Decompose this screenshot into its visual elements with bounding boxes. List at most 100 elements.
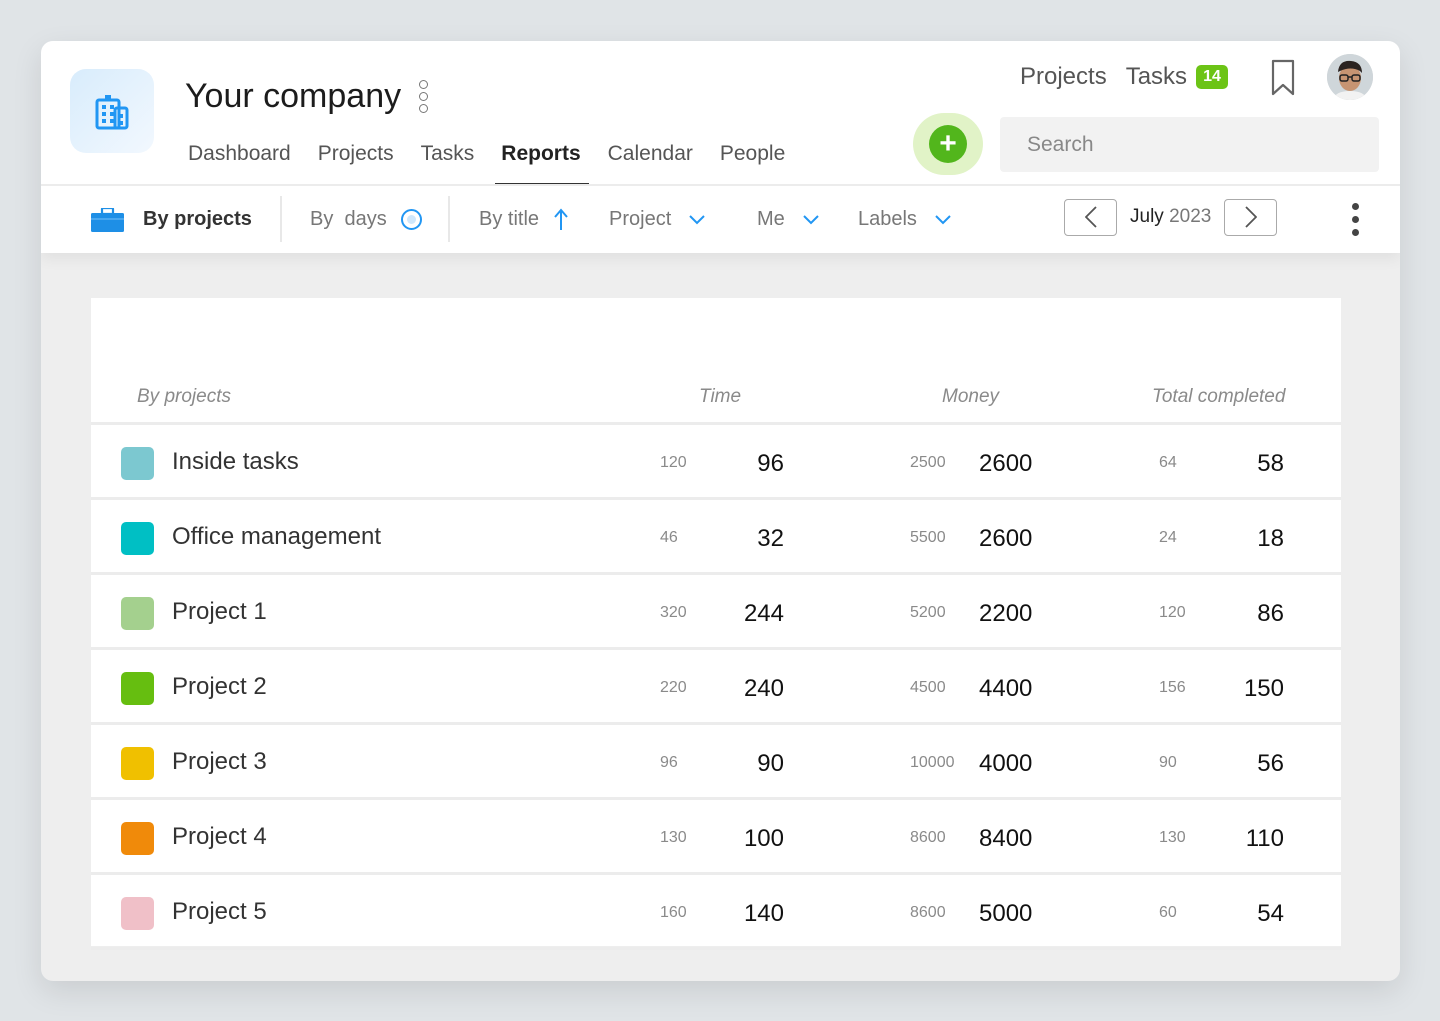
top-link-tasks[interactable]: Tasks bbox=[1126, 63, 1187, 91]
time-planned: 320 bbox=[660, 604, 687, 621]
by-days-toggle[interactable]: By days bbox=[310, 186, 422, 253]
total-planned: 90 bbox=[1159, 754, 1177, 771]
money-planned: 5500 bbox=[910, 529, 946, 546]
user-avatar[interactable] bbox=[1327, 54, 1373, 100]
money-actual: 4000 bbox=[979, 750, 1033, 777]
money-actual: 4400 bbox=[979, 675, 1033, 702]
search-input[interactable] bbox=[1000, 117, 1379, 172]
project-filter-label: Project bbox=[609, 208, 672, 230]
header-time: Time bbox=[699, 386, 742, 407]
company-name: Your company bbox=[185, 77, 402, 115]
header-money: Money bbox=[942, 386, 1000, 407]
time-actual: 244 bbox=[743, 600, 784, 627]
by-days-label: By days bbox=[310, 208, 387, 230]
project-name: Project 5 bbox=[172, 898, 267, 925]
time-actual: 32 bbox=[757, 525, 784, 552]
chevron-down-icon bbox=[935, 214, 951, 224]
project-color-swatch bbox=[121, 522, 154, 555]
table-row[interactable]: Project 2 220 240 4500 4400 156 150 bbox=[91, 650, 1341, 725]
total-completed: 150 bbox=[1243, 675, 1284, 702]
nav-projects[interactable]: Projects bbox=[318, 137, 394, 185]
table-row[interactable]: Project 5 160 140 8600 5000 60 54 bbox=[91, 875, 1341, 950]
chevron-right-icon bbox=[1245, 206, 1257, 228]
company-logo[interactable] bbox=[70, 69, 154, 153]
table-row[interactable]: Office management 46 32 5500 2600 24 18 bbox=[91, 500, 1341, 575]
current-month: July 2023 bbox=[1130, 206, 1211, 228]
money-planned: 8600 bbox=[910, 904, 946, 921]
project-name: Project 2 bbox=[172, 673, 267, 700]
time-actual: 240 bbox=[743, 675, 784, 702]
top-links: Projects Tasks 14 bbox=[1020, 63, 1228, 91]
total-completed: 18 bbox=[1257, 525, 1284, 552]
app-window: Your company Dashboard Projects Tasks Re… bbox=[41, 41, 1400, 981]
toolbar-divider bbox=[448, 196, 450, 242]
nav-people[interactable]: People bbox=[720, 137, 785, 185]
assignee-filter-dropdown[interactable]: Me bbox=[757, 186, 819, 253]
time-planned: 96 bbox=[660, 754, 678, 771]
project-color-swatch bbox=[121, 897, 154, 930]
chevron-down-icon bbox=[689, 214, 705, 224]
table-row[interactable]: Inside tasks 120 96 2500 2600 64 58 bbox=[91, 425, 1341, 500]
by-projects-label: By projects bbox=[143, 208, 252, 230]
header-total-completed: Total completed bbox=[1152, 386, 1286, 407]
table-row[interactable]: Project 3 96 90 10000 4000 90 56 bbox=[91, 725, 1341, 800]
add-button[interactable]: + bbox=[929, 125, 967, 163]
time-actual: 140 bbox=[743, 900, 784, 927]
arrow-up-icon bbox=[554, 207, 568, 230]
project-name: Project 3 bbox=[172, 748, 267, 775]
prev-month-button[interactable] bbox=[1064, 198, 1117, 236]
sort-by-title[interactable]: By title bbox=[479, 186, 569, 253]
time-actual: 90 bbox=[757, 750, 784, 777]
money-planned: 8600 bbox=[910, 829, 946, 846]
top-link-projects[interactable]: Projects bbox=[1020, 63, 1107, 91]
kebab-icon[interactable] bbox=[1352, 203, 1359, 236]
total-planned: 130 bbox=[1159, 829, 1186, 846]
next-month-button[interactable] bbox=[1224, 198, 1278, 236]
labels-filter-dropdown[interactable]: Labels bbox=[858, 186, 951, 253]
month-navigator: July 2023 bbox=[1064, 198, 1278, 236]
month-year: 2023 bbox=[1169, 206, 1212, 227]
time-planned: 120 bbox=[660, 454, 687, 471]
money-planned: 5200 bbox=[910, 604, 946, 621]
nav-dashboard[interactable]: Dashboard bbox=[188, 137, 291, 185]
money-actual: 5000 bbox=[979, 900, 1033, 927]
total-planned: 120 bbox=[1159, 604, 1186, 621]
project-filter-dropdown[interactable]: Project bbox=[609, 186, 705, 253]
total-completed: 54 bbox=[1257, 900, 1284, 927]
time-planned: 130 bbox=[660, 829, 687, 846]
time-actual: 100 bbox=[743, 825, 784, 852]
company-title: Your company bbox=[185, 77, 429, 116]
chevron-down-icon bbox=[803, 214, 819, 224]
table-row[interactable]: Project 4 130 100 8600 8400 130 110 bbox=[91, 800, 1341, 875]
nav-tasks[interactable]: Tasks bbox=[421, 137, 475, 185]
nav-reports[interactable]: Reports bbox=[495, 137, 590, 186]
table-row[interactable]: Project 1 320 244 5200 2200 120 86 bbox=[91, 575, 1341, 650]
total-planned: 156 bbox=[1159, 679, 1186, 696]
toolbar-divider bbox=[280, 196, 282, 242]
bookmark-icon[interactable] bbox=[1269, 59, 1297, 102]
project-color-swatch bbox=[121, 747, 154, 780]
add-button-container: + bbox=[913, 113, 983, 175]
plus-icon: + bbox=[939, 127, 957, 160]
header: Your company Dashboard Projects Tasks Re… bbox=[41, 41, 1400, 253]
report-toolbar: By projects By days By title Project Me … bbox=[41, 186, 1400, 253]
total-completed: 110 bbox=[1245, 825, 1284, 852]
money-actual: 2200 bbox=[979, 600, 1033, 627]
company-menu-icon[interactable] bbox=[419, 80, 429, 113]
nav-calendar[interactable]: Calendar bbox=[608, 137, 693, 185]
by-projects-toggle[interactable]: By projects bbox=[91, 186, 252, 253]
total-completed: 86 bbox=[1257, 600, 1284, 627]
radio-icon bbox=[400, 209, 422, 230]
time-planned: 220 bbox=[660, 679, 687, 696]
month-name: July bbox=[1130, 206, 1164, 227]
chevron-left-icon bbox=[1084, 206, 1097, 228]
time-actual: 96 bbox=[757, 450, 784, 477]
total-planned: 60 bbox=[1159, 904, 1177, 921]
money-planned: 4500 bbox=[910, 679, 946, 696]
project-name: Project 1 bbox=[172, 598, 267, 625]
assignee-filter-label: Me bbox=[757, 208, 785, 230]
money-actual: 2600 bbox=[979, 525, 1033, 552]
project-color-swatch bbox=[121, 822, 154, 855]
project-color-swatch bbox=[121, 447, 154, 480]
project-color-swatch bbox=[121, 597, 154, 630]
